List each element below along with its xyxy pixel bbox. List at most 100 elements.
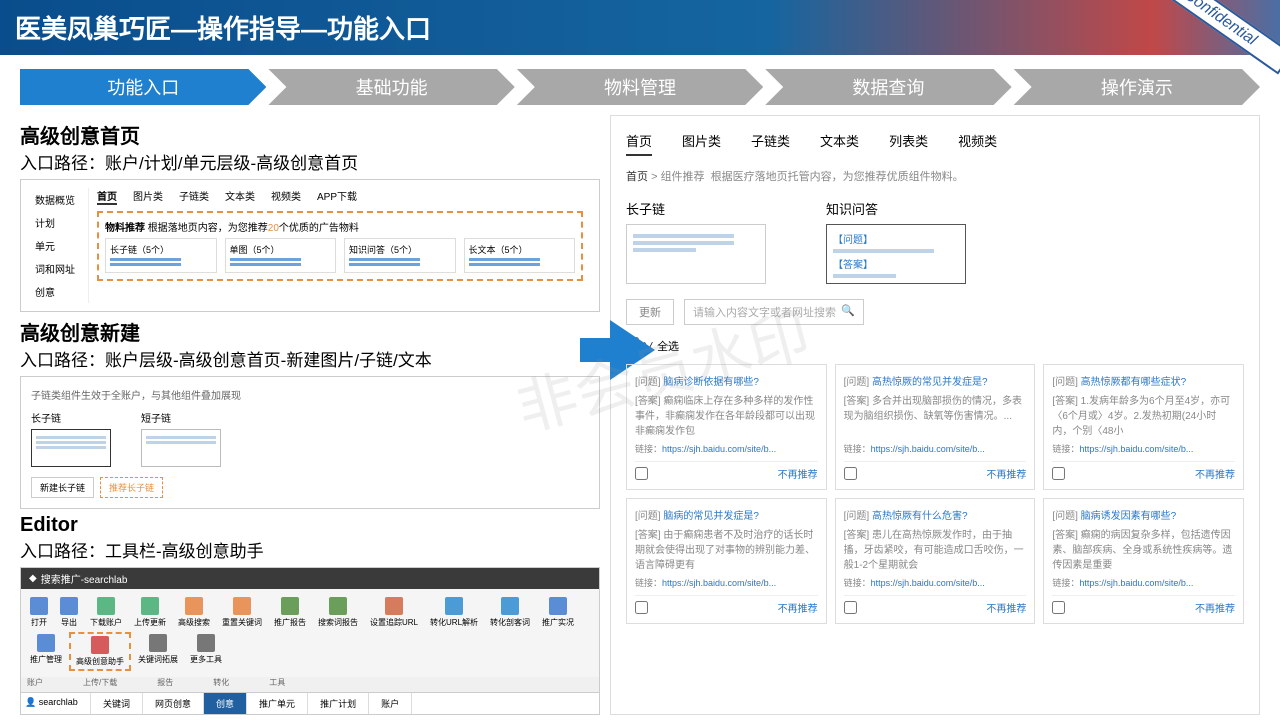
step-nav: 功能入口 基础功能 物料管理 数据查询 操作演示: [20, 69, 1260, 105]
group-label: 报告: [157, 677, 173, 688]
section1-path: 入口路径：账户/计划/单元层级-高级创意首页: [20, 149, 600, 174]
toolbar-button[interactable]: 重置关键词: [217, 595, 267, 630]
toolbar-button[interactable]: 上传更新: [129, 595, 171, 630]
side-item[interactable]: 单元: [29, 234, 88, 257]
app-icon: ◆: [29, 573, 37, 584]
section1-title: 高级创意首页: [20, 120, 600, 149]
toolbar-button[interactable]: 高级搜索: [173, 595, 215, 630]
toolbar-button[interactable]: 更多工具: [185, 632, 227, 671]
section3-path: 入口路径：工具栏-高级创意助手: [20, 537, 600, 562]
toolbar-button[interactable]: 下载账户: [85, 595, 127, 630]
rec-hl: 20: [268, 223, 279, 234]
card-checkbox[interactable]: [844, 601, 857, 614]
step-4[interactable]: 数据查询: [765, 69, 1011, 105]
no-recommend-link[interactable]: 不再推荐: [986, 600, 1026, 615]
rec-card[interactable]: 单图（5个）: [225, 238, 337, 273]
r-tab[interactable]: 文本类: [820, 131, 859, 156]
toolbar-button[interactable]: 高级创意助手: [69, 632, 131, 671]
section2-title: 高级创意新建: [20, 317, 600, 346]
toolbar-button[interactable]: 转化剖客词: [485, 595, 535, 630]
toolbar-button[interactable]: 打开: [25, 595, 53, 630]
bottom-tab[interactable]: 推广计划: [308, 693, 369, 714]
item-label: 短子链: [141, 410, 221, 425]
screenshot-2: 子链类组件生效于全账户，与其他组件叠加展现 长子链 短子链 新建长子链 推荐长子…: [20, 376, 600, 509]
group-label: 账户: [27, 677, 43, 688]
toolbar-button[interactable]: 导出: [55, 595, 83, 630]
tab[interactable]: 子链类: [179, 188, 209, 205]
bottom-tab[interactable]: 创意: [204, 693, 247, 714]
side-item[interactable]: 数据概览: [29, 188, 88, 211]
card-checkbox[interactable]: [1052, 601, 1065, 614]
selectall-label: 全选: [657, 341, 679, 353]
rec-card[interactable]: 长子链（5个）: [105, 238, 217, 273]
group-label: 转化: [213, 677, 229, 688]
no-recommend-link[interactable]: 不再推荐: [1195, 600, 1235, 615]
screenshot-3: ◆ 搜索推广-searchlab 打开导出下载账户上传更新高级搜索重置关键词推广报…: [20, 567, 600, 715]
no-recommend-link[interactable]: 不再推荐: [778, 600, 818, 615]
user-label: searchlab: [39, 697, 78, 707]
user-icon: 👤: [25, 697, 36, 707]
qa-card[interactable]: [问题] 脑病诱发因素有哪些?[答案] 癫痫的病因复杂多样，包括遗传因素、脑部疾…: [1043, 498, 1244, 624]
tab[interactable]: APP下载: [317, 188, 357, 205]
rec-mid: 根据落地页内容，为您推荐: [148, 223, 268, 234]
side-item[interactable]: 词和网址: [29, 257, 88, 280]
step-1[interactable]: 功能入口: [20, 69, 266, 105]
tip-text: 子链类组件生效于全账户，与其他组件叠加展现: [31, 387, 589, 402]
rec-card[interactable]: 长文本（5个）: [464, 238, 576, 273]
tab[interactable]: 图片类: [133, 188, 163, 205]
side-item[interactable]: 创意: [29, 280, 88, 303]
breadcrumb: 首页 > 组件推荐 根据医疗落地页托管内容，为您推荐优质组件物料。: [626, 168, 1244, 184]
search-input[interactable]: 请输入内容文字或者网址搜索🔍: [684, 299, 864, 325]
bottom-tab[interactable]: 关键词: [91, 693, 143, 714]
no-recommend-link[interactable]: 不再推荐: [1195, 466, 1235, 481]
card-checkbox[interactable]: [1052, 467, 1065, 480]
screenshot-1: 数据概览 计划 单元 词和网址 创意 首页 图片类 子链类 文本类 视频类 AP…: [20, 179, 600, 312]
group-label: 上传/下载: [83, 677, 117, 688]
r-tab[interactable]: 首页: [626, 131, 652, 156]
toolbar-button[interactable]: 推广报告: [269, 595, 311, 630]
page-title: 医美凤巢巧匠—操作指导—功能入口: [15, 9, 431, 46]
card-checkbox[interactable]: [635, 467, 648, 480]
r-tab[interactable]: 图片类: [682, 131, 721, 156]
bottom-tab[interactable]: 账户: [369, 693, 412, 714]
recommend-button[interactable]: 推荐长子链: [100, 477, 163, 498]
r-tab[interactable]: 列表类: [889, 131, 928, 156]
rec-card[interactable]: 知识问答（5个）: [344, 238, 456, 273]
step-5[interactable]: 操作演示: [1014, 69, 1260, 105]
window-title: 搜索推广-searchlab: [41, 571, 128, 586]
item-label: 长子链: [31, 410, 111, 425]
bottom-tab[interactable]: 推广单元: [247, 693, 308, 714]
group-label: 工具: [269, 677, 285, 688]
card-checkbox[interactable]: [844, 467, 857, 480]
no-recommend-link[interactable]: 不再推荐: [986, 466, 1026, 481]
qa-card[interactable]: [问题] 脑病的常见并发症是?[答案] 由于癫痫患者不及时治疗的话长时期就会使得…: [626, 498, 827, 624]
toolbar-button[interactable]: 转化URL解析: [425, 595, 483, 630]
section3-title: Editor: [20, 514, 600, 537]
toolbar-button[interactable]: 关键词拓展: [133, 632, 183, 671]
tab[interactable]: 首页: [97, 188, 117, 205]
step-2[interactable]: 基础功能: [268, 69, 514, 105]
card-checkbox[interactable]: [635, 601, 648, 614]
qa-card[interactable]: [问题] 高热惊厥有什么危害?[答案] 患儿在高热惊厥发作时，由于抽搐，牙齿紧咬…: [835, 498, 1036, 624]
tab[interactable]: 视频类: [271, 188, 301, 205]
qa-card[interactable]: [问题] 高热惊厥的常见并发症是?[答案] 多合并出现脑部损伤的情况，多表现为脑…: [835, 364, 1036, 490]
toolbar-button[interactable]: 设置追踪URL: [365, 595, 423, 630]
step-3[interactable]: 物料管理: [517, 69, 763, 105]
search-icon: 🔍: [841, 304, 855, 320]
qa-card[interactable]: [问题] 高热惊厥都有哪些症状?[答案] 1.发病年龄多为6个月至4岁，亦可〈6…: [1043, 364, 1244, 490]
toolbar-button[interactable]: 搜索词报告: [313, 595, 363, 630]
new-button[interactable]: 新建长子链: [31, 477, 94, 498]
side-item[interactable]: 计划: [29, 211, 88, 234]
detail-panel: 首页 图片类 子链类 文本类 列表类 视频类 首页 > 组件推荐 根据医疗落地页…: [610, 115, 1260, 715]
tab[interactable]: 文本类: [225, 188, 255, 205]
r-tab[interactable]: 子链类: [751, 131, 790, 156]
col-label: 长子链: [626, 199, 766, 218]
no-recommend-link[interactable]: 不再推荐: [778, 466, 818, 481]
toolbar-button[interactable]: 推广实况: [537, 595, 579, 630]
r-tab[interactable]: 视频类: [958, 131, 997, 156]
bottom-tab[interactable]: 网页创意: [143, 693, 204, 714]
rec-pre: 物料推荐: [105, 223, 145, 234]
qa-card[interactable]: [问题] 脑病诊断依据有哪些?[答案] 癫痫临床上存在多种多样的发作性事件，非癫…: [626, 364, 827, 490]
rec-post: 个优质的广告物料: [279, 223, 359, 234]
toolbar-button[interactable]: 推广管理: [25, 632, 67, 671]
